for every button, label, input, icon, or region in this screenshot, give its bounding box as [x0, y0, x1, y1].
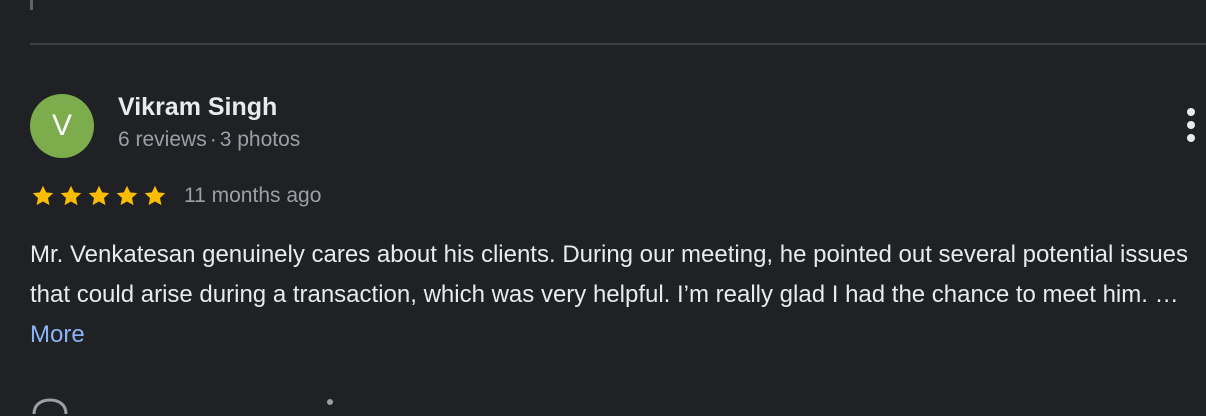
divider — [30, 43, 1206, 45]
review-time: 11 months ago — [184, 184, 322, 207]
star-icon — [116, 185, 138, 206]
star-rating — [30, 183, 168, 209]
menu-dot — [1187, 108, 1195, 116]
author-meta: 6 reviews · 3 photos — [118, 128, 300, 152]
meta-separator: · — [209, 128, 217, 151]
star-icon — [32, 185, 54, 206]
photo-count: 3 photos — [219, 128, 301, 151]
more-vert-icon[interactable] — [1182, 108, 1200, 142]
like-icon[interactable] — [30, 396, 70, 416]
review-text-block: Mr. Venkatesan genuinely cares about his… — [30, 235, 1200, 355]
previous-item-edge — [30, 0, 33, 10]
star-icon — [144, 185, 166, 206]
review-text: Mr. Venkatesan genuinely cares about his… — [30, 241, 1189, 308]
menu-dot — [1187, 121, 1195, 129]
star-icon — [60, 185, 82, 206]
menu-dot — [1187, 134, 1195, 142]
review-count: 6 reviews — [118, 128, 207, 151]
share-icon[interactable] — [322, 396, 338, 416]
author-name[interactable]: Vikram Singh — [118, 93, 277, 122]
star-icon — [88, 185, 110, 206]
rating-row: 11 months ago — [30, 181, 321, 211]
avatar[interactable]: V — [30, 94, 94, 158]
more-link[interactable]: More — [30, 321, 85, 348]
